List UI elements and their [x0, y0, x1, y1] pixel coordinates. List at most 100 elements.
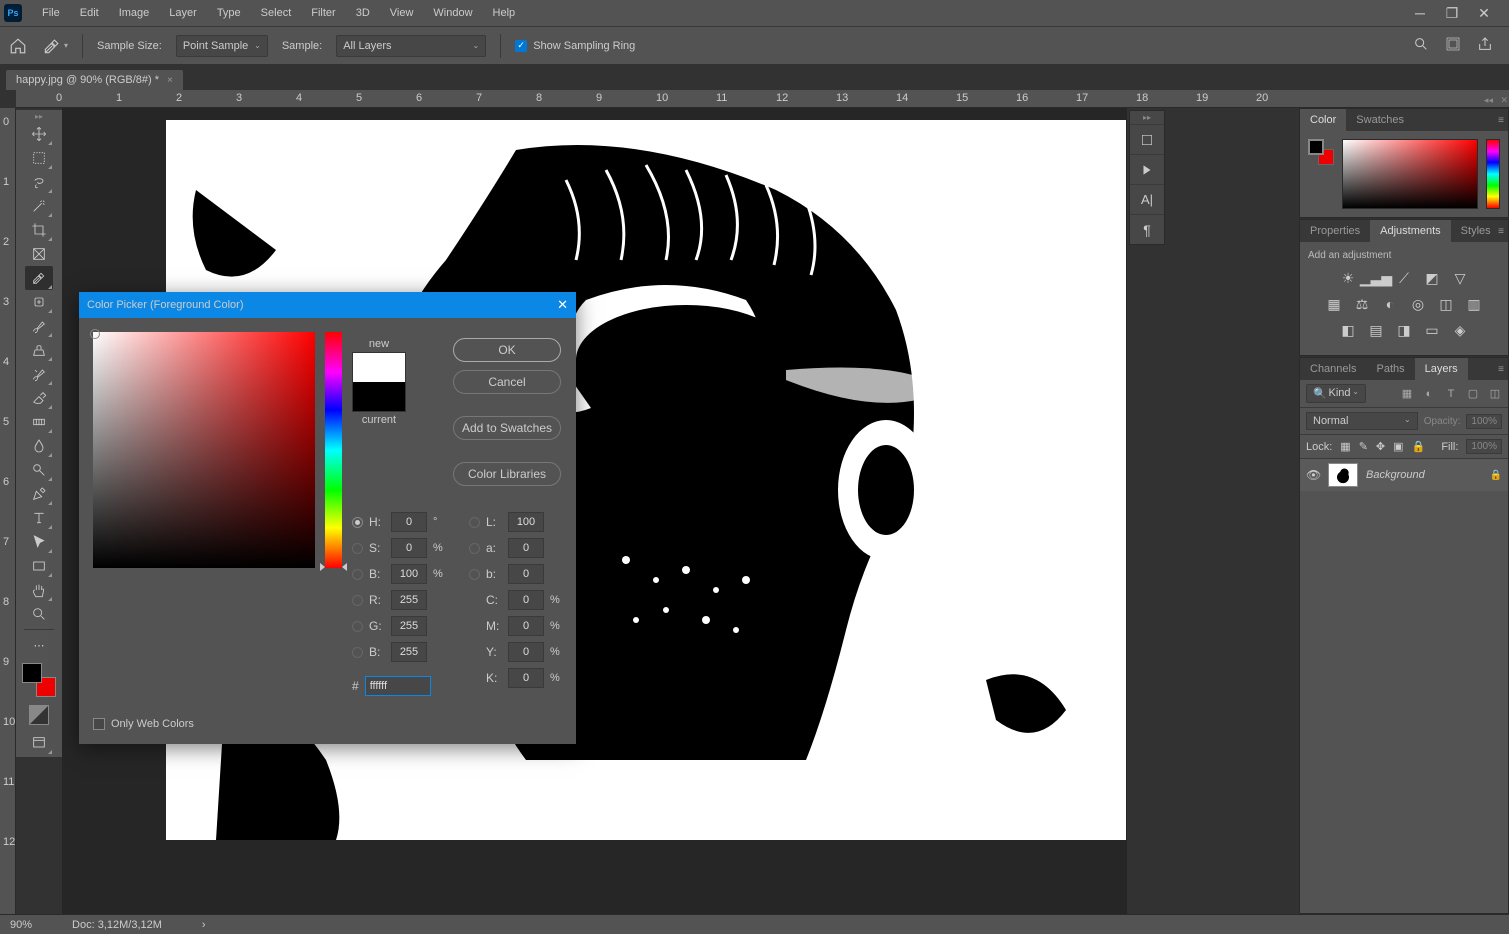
tab-properties[interactable]: Properties [1300, 220, 1370, 242]
magic-wand-tool[interactable] [25, 194, 53, 218]
healing-brush-tool[interactable] [25, 290, 53, 314]
add-to-swatches-button[interactable]: Add to Swatches [453, 416, 561, 440]
dialog-titlebar[interactable]: Color Picker (Foreground Color) ✕ [79, 292, 576, 318]
dialog-close-icon[interactable]: ✕ [557, 297, 568, 313]
eraser-tool[interactable] [25, 386, 53, 410]
eyedropper-tool[interactable] [25, 266, 53, 290]
dodge-tool[interactable] [25, 458, 53, 482]
radio-g[interactable] [352, 621, 363, 632]
color-field[interactable] [1342, 139, 1478, 209]
menu-help[interactable]: Help [483, 0, 526, 26]
tab-swatches[interactable]: Swatches [1346, 109, 1414, 131]
filter-smart-icon[interactable]: ◫ [1488, 387, 1502, 401]
hand-tool[interactable] [25, 578, 53, 602]
color-balance-icon[interactable]: ⚖ [1353, 295, 1371, 313]
levels-icon[interactable]: ▁▃▅ [1367, 269, 1385, 287]
search-icon[interactable] [1413, 36, 1429, 55]
input-g[interactable] [391, 616, 427, 636]
lock-all-icon[interactable]: 🔒 [1412, 440, 1426, 453]
radio-h[interactable] [352, 517, 363, 528]
history-panel-icon[interactable] [1130, 124, 1164, 154]
menu-view[interactable]: View [380, 0, 424, 26]
cancel-button[interactable]: Cancel [453, 370, 561, 394]
photo-filter-icon[interactable]: ◎ [1409, 295, 1427, 313]
type-tool[interactable] [25, 506, 53, 530]
frame-tool[interactable] [25, 242, 53, 266]
menu-edit[interactable]: Edit [70, 0, 109, 26]
panel-collapse-icon[interactable]: ◂◂ ✕ [1484, 95, 1508, 106]
saturation-value-field[interactable] [93, 332, 315, 568]
layer-visibility-icon[interactable]: 👁 [1306, 468, 1320, 482]
blend-mode-select[interactable]: Normal⌄ [1306, 412, 1418, 430]
menu-select[interactable]: Select [251, 0, 302, 26]
channel-mixer-icon[interactable]: ◫ [1437, 295, 1455, 313]
ok-button[interactable]: OK [453, 338, 561, 362]
actions-panel-icon[interactable] [1130, 154, 1164, 184]
menu-window[interactable]: Window [423, 0, 482, 26]
radio-bb[interactable] [352, 647, 363, 658]
sample-select[interactable]: All Layers⌄ [336, 35, 486, 57]
eyedropper-tool-icon[interactable]: ▾ [42, 36, 68, 56]
document-tab[interactable]: happy.jpg @ 90% (RGB/8#) *× [6, 70, 183, 90]
brightness-icon[interactable]: ☀ [1339, 269, 1357, 287]
crop-tool[interactable] [25, 218, 53, 242]
menu-3d[interactable]: 3D [346, 0, 380, 26]
input-r[interactable] [391, 590, 427, 610]
window-minimize-icon[interactable]: ─ [1413, 6, 1427, 20]
tab-styles[interactable]: Styles [1451, 220, 1501, 242]
input-a[interactable] [508, 538, 544, 558]
hue-slider[interactable] [325, 332, 342, 568]
window-close-icon[interactable]: ✕ [1477, 6, 1491, 20]
input-l[interactable] [508, 512, 544, 532]
marquee-tool[interactable] [25, 146, 53, 170]
panel-menu-icon[interactable]: ≡ [1498, 115, 1504, 126]
radio-s[interactable] [352, 543, 363, 554]
sample-size-select[interactable]: Point Sample⌄ [176, 35, 268, 57]
radio-r[interactable] [352, 595, 363, 606]
input-y[interactable] [508, 642, 544, 662]
move-tool[interactable] [25, 122, 53, 146]
new-current-swatch[interactable] [352, 352, 406, 412]
path-selection-tool[interactable] [25, 530, 53, 554]
hue-strip[interactable] [1486, 139, 1500, 209]
layer-row-background[interactable]: 👁 Background 🔒 [1300, 459, 1508, 491]
tab-paths[interactable]: Paths [1366, 358, 1414, 380]
fill-value[interactable]: 100% [1466, 439, 1502, 454]
history-brush-tool[interactable] [25, 362, 53, 386]
lock-position-icon[interactable]: ✥ [1376, 440, 1385, 453]
window-restore-icon[interactable]: ❐ [1445, 6, 1459, 20]
show-sampling-ring-checkbox[interactable]: Show Sampling Ring [515, 40, 635, 52]
vibrance-icon[interactable]: ▽ [1451, 269, 1469, 287]
opacity-value[interactable]: 100% [1466, 414, 1502, 429]
tab-close-icon[interactable]: × [167, 75, 173, 86]
radio-a[interactable] [469, 543, 480, 554]
input-b[interactable] [391, 564, 427, 584]
gradient-tool[interactable] [25, 410, 53, 434]
bw-icon[interactable]: ◐ [1381, 295, 1399, 313]
menu-layer[interactable]: Layer [159, 0, 207, 26]
menu-filter[interactable]: Filter [301, 0, 345, 26]
panel-menu-icon[interactable]: ≡ [1498, 226, 1504, 237]
tab-layers[interactable]: Layers [1415, 358, 1468, 380]
zoom-tool[interactable] [25, 602, 53, 626]
arrange-documents-icon[interactable] [1445, 36, 1461, 55]
character-panel-icon[interactable]: A| [1130, 184, 1164, 214]
share-icon[interactable] [1477, 36, 1493, 55]
threshold-icon[interactable]: ◨ [1395, 321, 1413, 339]
brush-tool[interactable] [25, 314, 53, 338]
input-blue[interactable] [391, 642, 427, 662]
radio-l[interactable] [469, 517, 480, 528]
posterize-icon[interactable]: ▤ [1367, 321, 1385, 339]
quick-mask-toggle[interactable] [29, 705, 49, 725]
layer-filter-kind[interactable]: 🔍Kind⌄ [1306, 384, 1366, 403]
input-hex[interactable] [365, 676, 431, 696]
input-lab-b[interactable] [508, 564, 544, 584]
only-web-colors-checkbox[interactable]: Only Web Colors [79, 710, 576, 744]
home-icon[interactable] [8, 36, 28, 56]
selective-color-icon[interactable]: ◈ [1451, 321, 1469, 339]
layer-thumbnail[interactable] [1328, 463, 1358, 487]
paragraph-panel-icon[interactable]: ¶ [1130, 214, 1164, 244]
rectangle-tool[interactable] [25, 554, 53, 578]
foreground-background-colors[interactable] [22, 663, 56, 697]
hue-sat-icon[interactable]: ▦ [1325, 295, 1343, 313]
